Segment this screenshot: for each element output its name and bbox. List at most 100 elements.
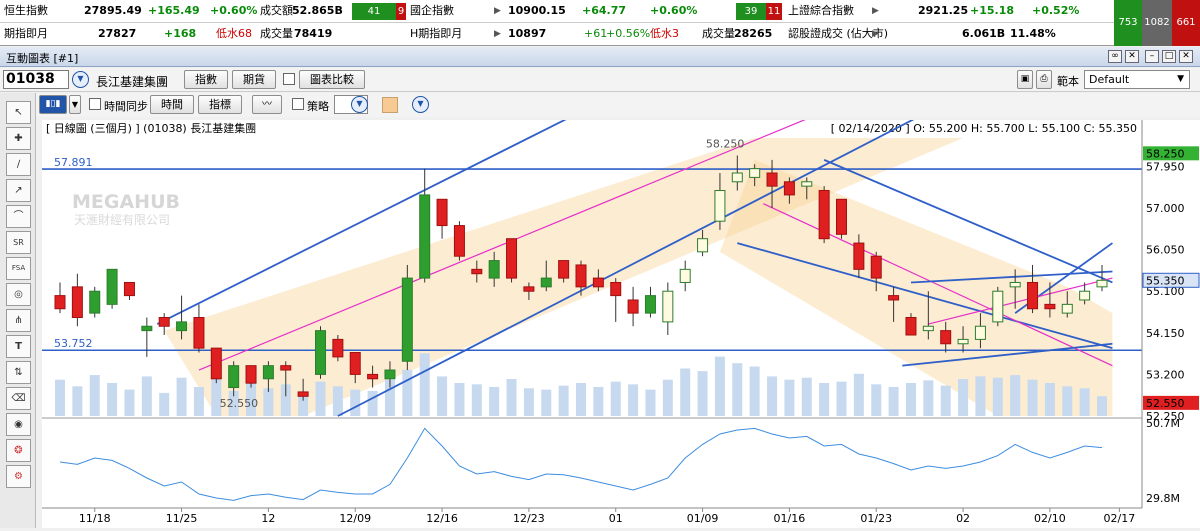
candle-body[interactable]	[662, 290, 674, 323]
candle-body[interactable]	[106, 268, 118, 305]
pitchfork-tool[interactable]: ⋔	[6, 309, 31, 332]
candle-body[interactable]	[853, 242, 865, 270]
chart-compare-button[interactable]: 圖表比較	[299, 70, 365, 89]
candle-body[interactable]	[453, 225, 465, 257]
candle-body[interactable]	[193, 316, 205, 349]
candle-body[interactable]	[731, 172, 743, 183]
link-icon[interactable]: ∞	[1108, 50, 1122, 63]
candle-body[interactable]	[766, 172, 778, 187]
save-icon[interactable]: ▣	[1017, 70, 1033, 89]
candle-body[interactable]	[488, 260, 500, 279]
candle-body[interactable]	[523, 286, 535, 292]
candle-body[interactable]	[297, 391, 309, 397]
candle-body[interactable]	[836, 198, 847, 235]
candle-body[interactable]	[280, 365, 292, 371]
candle-body[interactable]	[783, 181, 795, 196]
candle-body[interactable]	[974, 325, 986, 340]
line-tool[interactable]: ∕	[6, 153, 31, 176]
candle-body[interactable]	[592, 277, 604, 288]
candle-body[interactable]	[210, 347, 222, 380]
stock-code-input[interactable]: 01038	[3, 70, 69, 89]
candle-body[interactable]	[384, 369, 396, 380]
sr-tool[interactable]: SR	[6, 231, 31, 254]
candle-body[interactable]	[401, 277, 413, 362]
eraser-tool[interactable]: ⌫	[6, 387, 31, 410]
candle-body[interactable]	[1079, 290, 1091, 301]
candle-body[interactable]	[610, 281, 622, 297]
candle-body[interactable]	[957, 338, 969, 345]
template-select[interactable]: Default ▼	[1084, 70, 1190, 89]
play-icon[interactable]: ▶	[494, 23, 501, 45]
candle-body[interactable]	[644, 295, 656, 314]
dropdown-icon[interactable]: ▼	[412, 96, 429, 113]
candle-body[interactable]	[697, 238, 709, 253]
time-button[interactable]: 時間	[150, 95, 194, 114]
ray-tool[interactable]: ↗	[6, 179, 31, 202]
candle-body[interactable]	[540, 277, 552, 288]
candle-body[interactable]	[54, 295, 66, 310]
candle-body[interactable]	[870, 255, 882, 279]
candle-body[interactable]	[176, 321, 188, 332]
candle-body[interactable]	[315, 330, 326, 375]
candle-body[interactable]	[141, 325, 153, 332]
candle-body[interactable]	[818, 190, 830, 240]
candle-body[interactable]	[714, 190, 726, 222]
maximize-icon[interactable]: □	[1162, 50, 1176, 63]
dropdown-icon[interactable]: ▼	[351, 96, 368, 113]
color-swatch[interactable]	[382, 97, 398, 113]
candle-body[interactable]	[71, 286, 83, 318]
candle-body[interactable]	[436, 198, 448, 227]
play-icon[interactable]: ▶	[872, 0, 879, 22]
candle-body[interactable]	[922, 325, 934, 332]
candlestick-chart[interactable]: [ 日線圖 (三個月) ] (01038) 長江基建集團 [ 02/14/202…	[42, 110, 1200, 528]
candle-body[interactable]	[627, 299, 639, 314]
fibonacci-tool[interactable]: ◎	[6, 283, 31, 306]
chevron-down-icon[interactable]: ▼	[69, 95, 81, 114]
candle-body[interactable]	[888, 295, 900, 301]
candle-body[interactable]	[801, 181, 813, 187]
dropdown-icon[interactable]: ▼	[72, 71, 89, 88]
candle-body[interactable]	[123, 281, 135, 297]
compare-checkbox[interactable]	[283, 73, 295, 85]
candle-body[interactable]	[349, 352, 361, 375]
measure-tool[interactable]: ⇅	[6, 361, 31, 384]
play-icon[interactable]: ▶	[494, 0, 501, 22]
candle-body[interactable]	[749, 168, 761, 178]
candle-body[interactable]	[1061, 303, 1073, 314]
candle-body[interactable]	[1096, 279, 1108, 288]
time-sync-checkbox[interactable]	[89, 98, 101, 110]
candle-body[interactable]	[1044, 303, 1056, 310]
fsa-tool[interactable]: FSA	[6, 257, 31, 280]
indicator-button[interactable]: 指標	[198, 95, 242, 114]
candle-body[interactable]	[575, 264, 587, 288]
candle-body[interactable]	[419, 194, 431, 279]
eye-tool[interactable]: ◉	[6, 413, 31, 436]
candle-body[interactable]	[558, 260, 570, 279]
candle-body[interactable]	[471, 268, 483, 275]
cursor-tool[interactable]: ↖	[6, 101, 31, 124]
candle-body[interactable]	[158, 316, 170, 327]
settings-tool[interactable]: ⚙	[6, 465, 31, 488]
candle-body[interactable]	[506, 238, 518, 279]
candle-body[interactable]	[89, 290, 101, 314]
index-button[interactable]: 指數	[184, 70, 228, 89]
candle-body[interactable]	[367, 373, 379, 380]
minimize-icon[interactable]: –	[1145, 50, 1159, 63]
text-tool[interactable]: T	[6, 335, 31, 358]
candle-body[interactable]	[940, 330, 952, 345]
crosshair-tool[interactable]: ✚	[6, 127, 31, 150]
candle-body[interactable]	[679, 268, 691, 283]
play-icon[interactable]: ▶	[872, 23, 879, 45]
futures-button[interactable]: 期貨	[232, 70, 276, 89]
candle-body[interactable]	[1009, 281, 1021, 288]
candle-type-icon[interactable]: ▮▯▮	[39, 95, 67, 114]
candle-body[interactable]	[332, 338, 344, 358]
candle-body[interactable]	[905, 316, 917, 336]
strategy-checkbox[interactable]	[292, 98, 304, 110]
chart-area[interactable]: [ 日線圖 (三個月) ] (01038) 長江基建集團 [ 02/14/202…	[42, 110, 1200, 528]
line-chart-icon[interactable]: 〰	[252, 95, 282, 114]
print-icon[interactable]: ⎙	[1036, 70, 1052, 89]
candle-body[interactable]	[262, 365, 274, 380]
arc-tool[interactable]: ⌒	[6, 205, 31, 228]
magnet-tool[interactable]: ❂	[6, 439, 31, 462]
